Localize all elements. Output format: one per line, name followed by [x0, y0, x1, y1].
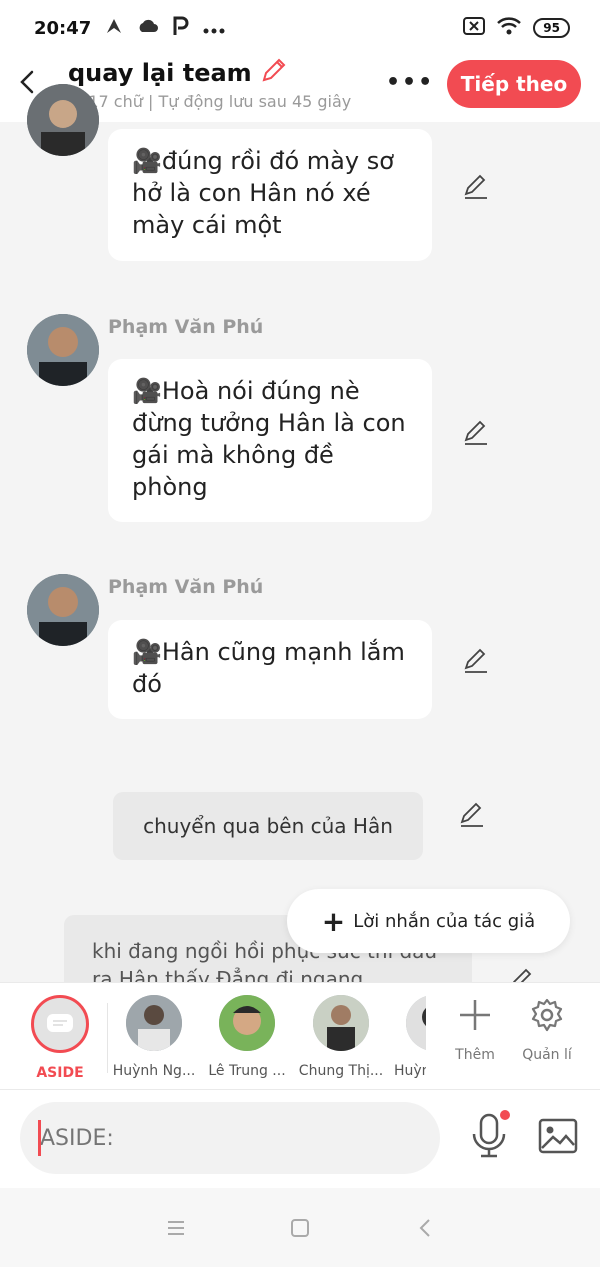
word-count-autosave: 3317 chữ | Tự động lưu sau 45 giây	[68, 92, 352, 111]
sender-name: Phạm Văn Phú	[108, 576, 264, 598]
next-button[interactable]: Tiếp theo	[447, 60, 581, 108]
sim-off-icon	[463, 16, 486, 40]
message-bubble[interactable]: 🎥Hân cũng mạnh lắm đó	[108, 620, 432, 719]
pencil-icon[interactable]	[508, 966, 536, 982]
more-options-button[interactable]: •••	[386, 70, 434, 95]
character-item[interactable]: Huỳnh Ng...	[108, 995, 200, 1079]
pencil-icon[interactable]	[260, 56, 288, 90]
battery-indicator: 95	[533, 18, 570, 38]
plus-icon	[460, 1000, 490, 1030]
cloud-icon	[137, 18, 159, 39]
app-notification-icon	[105, 17, 123, 40]
avatar	[126, 995, 182, 1051]
character-name: ASIDE	[36, 1065, 84, 1081]
parking-icon	[173, 16, 189, 41]
manage-label: Quản lí	[522, 1047, 572, 1063]
aside-avatar	[31, 995, 89, 1053]
message-input[interactable]	[20, 1102, 440, 1174]
pencil-icon[interactable]	[462, 418, 490, 446]
character-name: Chung Thị...	[298, 1063, 384, 1079]
wifi-icon	[497, 16, 522, 40]
character-aside[interactable]: ASIDE	[14, 995, 106, 1081]
character-item[interactable]: Lê Trung ...	[201, 995, 293, 1079]
input-area	[0, 1090, 600, 1188]
chevron-left-icon	[419, 1219, 430, 1237]
avatar	[406, 995, 426, 1051]
character-item[interactable]: Chung Thị...	[295, 995, 387, 1079]
image-icon	[538, 1118, 578, 1154]
plus-icon: +	[321, 904, 346, 938]
system-nav-bar	[0, 1188, 600, 1267]
status-bar: 20:47 95	[0, 0, 600, 56]
avatar[interactable]	[27, 314, 99, 386]
more-notifications-icon	[203, 18, 225, 39]
menu-nav-button[interactable]	[162, 1214, 190, 1242]
author-note-label: Lời nhắn của tác giả	[353, 910, 536, 932]
avatar[interactable]	[27, 84, 99, 156]
character-name: Huỳnh Ng...	[112, 1063, 196, 1079]
avatar	[313, 995, 369, 1051]
status-time: 20:47	[34, 17, 92, 39]
manage-characters-button[interactable]: Quản lí	[512, 997, 582, 1063]
image-button[interactable]	[538, 1118, 578, 1158]
back-nav-button[interactable]	[412, 1214, 440, 1242]
home-nav-button[interactable]	[286, 1214, 314, 1242]
message-bubble[interactable]: 🎥Hoà nói đúng nè đừng tưởng Hân là con g…	[108, 359, 432, 522]
story-title-text: quay lại team	[68, 59, 252, 87]
pencil-icon[interactable]	[462, 646, 490, 674]
character-bar: ASIDE Huỳnh Ng... Lê Trung ... Chung Thị…	[0, 982, 600, 1090]
avatar[interactable]	[27, 574, 99, 646]
gear-icon	[531, 998, 563, 1032]
aside-bubble[interactable]: chuyển qua bên của Hân	[113, 792, 423, 860]
chat-bubble-icon	[47, 1014, 73, 1032]
microphone-button[interactable]	[470, 1112, 508, 1164]
chevron-left-icon	[20, 70, 34, 94]
hamburger-icon	[168, 1221, 184, 1235]
author-note-button[interactable]: + Lời nhắn của tác giả	[287, 889, 570, 953]
square-icon	[291, 1219, 309, 1237]
back-button[interactable]	[14, 68, 42, 96]
avatar	[219, 995, 275, 1051]
recording-indicator-dot	[500, 1110, 510, 1120]
character-item[interactable]: Huỳn	[380, 995, 426, 1079]
text-caret	[38, 1120, 41, 1156]
add-character-button[interactable]: Thêm	[440, 997, 510, 1063]
pencil-icon[interactable]	[462, 172, 490, 200]
pencil-icon[interactable]	[458, 800, 486, 828]
character-name: Huỳn	[394, 1063, 426, 1079]
story-title[interactable]: quay lại team	[68, 56, 288, 90]
message-bubble[interactable]: 🎥đúng rồi đó mày sơ hở là con Hân nó xé …	[108, 129, 432, 261]
sender-name: Phạm Văn Phú	[108, 316, 264, 338]
character-name: Lê Trung ...	[208, 1063, 286, 1079]
add-label: Thêm	[455, 1047, 495, 1063]
